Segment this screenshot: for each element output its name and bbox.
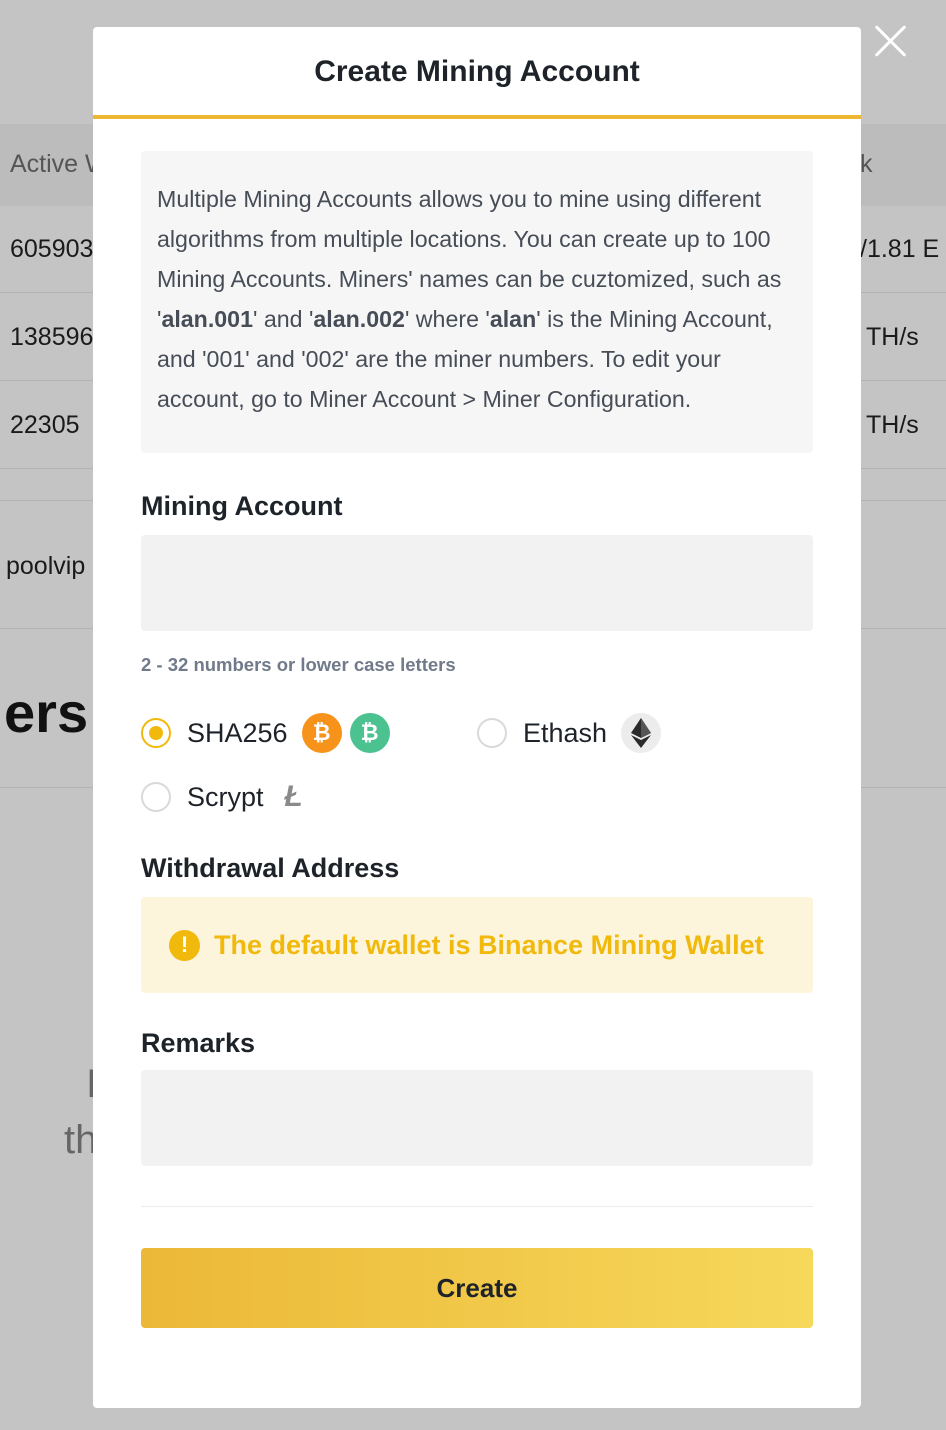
divider xyxy=(141,1206,813,1207)
algorithm-label: Scrypt xyxy=(187,781,264,812)
modal-content: Multiple Mining Accounts allows you to m… xyxy=(141,151,813,1328)
info-example-3: alan xyxy=(489,306,537,332)
mining-account-label: Mining Account xyxy=(141,491,343,521)
mining-account-input[interactable] xyxy=(141,535,813,631)
algorithm-label: SHA256 xyxy=(187,717,288,748)
close-icon[interactable] xyxy=(868,18,914,64)
radio-scrypt[interactable] xyxy=(141,782,171,812)
info-text: ' and ' xyxy=(252,306,314,332)
ethereum-icon xyxy=(621,713,662,753)
mining-account-hint: 2 - 32 numbers or lower case letters xyxy=(141,654,456,675)
create-button[interactable]: Create xyxy=(141,1248,813,1328)
background-row-3-right: TH/s xyxy=(866,411,919,439)
withdrawal-address-label: Withdrawal Address xyxy=(141,853,400,883)
background-row-1-right: /1.81 E xyxy=(860,235,940,263)
exclamation-icon: ! xyxy=(169,929,200,961)
remarks-input[interactable] xyxy=(141,1070,813,1166)
radio-ethash[interactable] xyxy=(477,718,507,748)
radio-sha256[interactable] xyxy=(141,718,171,748)
background-row-3-left: 22305 xyxy=(10,411,80,439)
modal-title: Create Mining Account xyxy=(93,27,861,119)
info-example-2: alan.002 xyxy=(313,306,405,332)
background-header-right: k xyxy=(860,150,873,178)
algorithm-option-sha256[interactable]: SHA256 ₿ ₿ xyxy=(141,713,390,753)
background-row-2-left: 138596 xyxy=(10,323,94,351)
background-row-2-right: TH/s xyxy=(866,323,919,351)
info-example-1: alan.001 xyxy=(161,306,253,332)
create-mining-account-modal: Create Mining Account Multiple Mining Ac… xyxy=(93,27,861,1408)
bitcoin-cash-icon: ₿ xyxy=(349,713,390,753)
bitcoin-icon: ₿ xyxy=(301,713,342,753)
remarks-label: Remarks xyxy=(141,1028,256,1058)
background-heading-fragment: ers xyxy=(4,681,89,744)
default-wallet-notice: ! The default wallet is Binance Mining W… xyxy=(141,897,813,993)
background-row-1-left: 605903 xyxy=(10,235,94,263)
default-wallet-text: The default wallet is Binance Mining Wal… xyxy=(214,929,764,960)
background-poolvip: poolvip xyxy=(6,552,86,580)
algorithm-option-scrypt[interactable]: Scrypt Ł xyxy=(141,777,314,817)
litecoin-icon: Ł xyxy=(284,780,303,813)
algorithm-option-ethash[interactable]: Ethash xyxy=(477,713,662,753)
info-box: Multiple Mining Accounts allows you to m… xyxy=(141,151,813,453)
algorithm-label: Ethash xyxy=(523,717,608,748)
info-text: ' where ' xyxy=(404,306,490,332)
